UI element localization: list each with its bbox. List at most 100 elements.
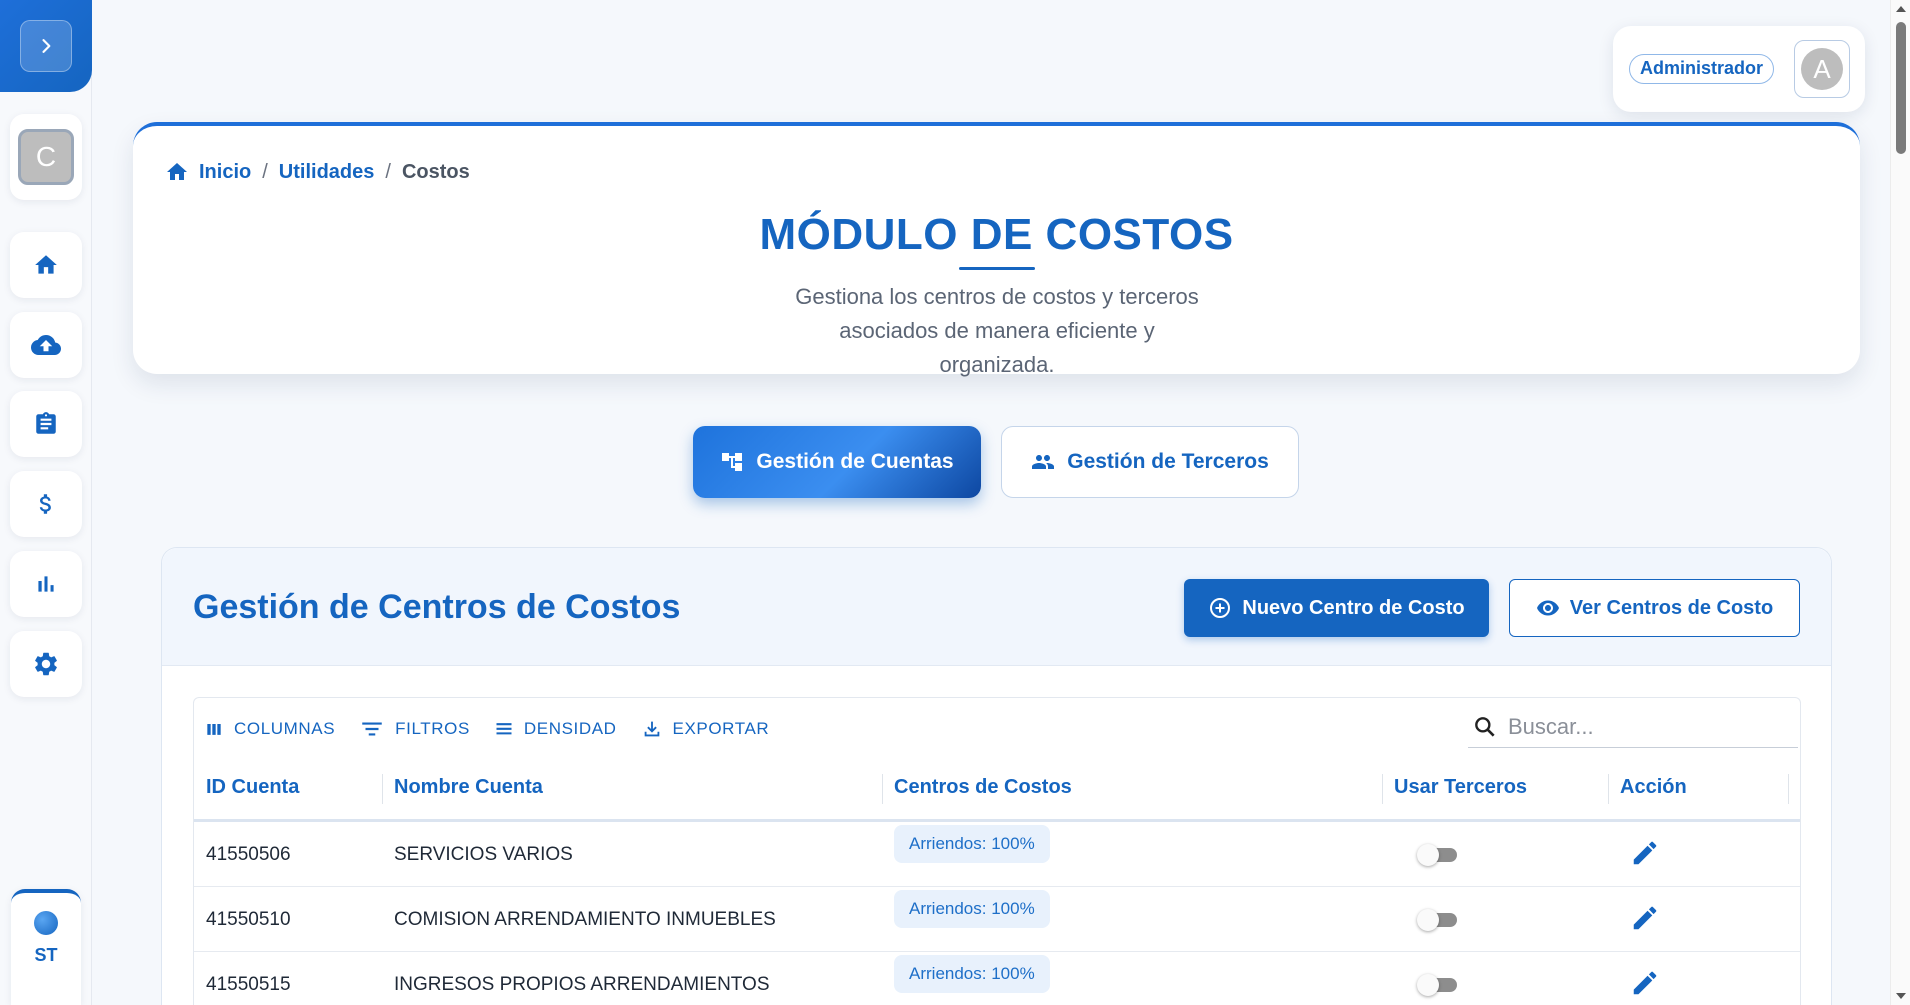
tab-third-parties[interactable]: Gestión de Terceros bbox=[1001, 426, 1299, 498]
download-icon bbox=[644, 721, 659, 737]
breadcrumb-home[interactable]: Inicio bbox=[199, 161, 251, 184]
page-title: MÓDULO DE COSTOS bbox=[759, 210, 1234, 259]
user-menu[interactable]: Administrador A bbox=[1613, 26, 1865, 112]
nav-reports[interactable] bbox=[10, 391, 82, 457]
accounts-table: COLUMNAS FILTROS DENSIDAD EXPORTAR ID Cu… bbox=[193, 697, 1801, 1005]
column-separator[interactable] bbox=[1788, 774, 1789, 804]
title-underline bbox=[959, 267, 1035, 270]
page-subtitle: Gestiona los centros de costos y tercero… bbox=[795, 284, 1199, 377]
nav-upload[interactable] bbox=[10, 312, 82, 378]
clipboard-icon bbox=[36, 412, 56, 434]
filters-button[interactable]: FILTROS bbox=[359, 716, 470, 742]
gear-icon bbox=[35, 652, 57, 676]
pencil-icon bbox=[1633, 906, 1657, 930]
tab-third-parties-label: Gestión de Terceros bbox=[1067, 450, 1269, 473]
edit-button[interactable] bbox=[1628, 966, 1662, 1000]
cost-center-chip: Arriendos: 100% bbox=[894, 825, 1050, 863]
tab-accounts[interactable]: Gestión de Cuentas bbox=[693, 426, 981, 498]
page-scrollbar[interactable] bbox=[1890, 0, 1910, 1005]
edit-button[interactable] bbox=[1628, 836, 1662, 870]
columns-button[interactable]: COLUMNAS bbox=[204, 719, 335, 739]
people-icon bbox=[1032, 455, 1055, 469]
panel-title: Gestión de Centros de Costos bbox=[193, 588, 681, 626]
toggle-thumb bbox=[1417, 844, 1439, 866]
table-row[interactable]: 41550510 COMISION ARRENDAMIENTO INMUEBLE… bbox=[194, 887, 1800, 952]
breadcrumb-separator: / bbox=[385, 160, 391, 183]
cloud-upload-icon bbox=[31, 335, 61, 355]
tab-accounts-label: Gestión de Cuentas bbox=[756, 450, 954, 473]
column-header-cost-centers[interactable]: Centros de Costos bbox=[882, 756, 1382, 819]
table-row[interactable]: 41550506 SERVICIOS VARIOS Arriendos: 100… bbox=[194, 822, 1800, 887]
toggle-thumb bbox=[1417, 909, 1439, 931]
avatar: A bbox=[1801, 48, 1843, 90]
scroll-up-arrow[interactable] bbox=[1896, 6, 1906, 12]
eye-icon bbox=[1536, 600, 1559, 616]
home-icon bbox=[35, 255, 57, 274]
columns-label: COLUMNAS bbox=[234, 719, 336, 738]
column-header-id[interactable]: ID Cuenta bbox=[194, 756, 382, 819]
company-avatar: C bbox=[18, 129, 74, 185]
cost-centers-panel: Gestión de Centros de Costos Nuevo Centr… bbox=[161, 547, 1832, 1005]
page-header: Inicio / Utilidades / Costos MÓDULO DE C… bbox=[133, 122, 1860, 377]
column-header-name[interactable]: Nombre Cuenta bbox=[382, 756, 882, 819]
account-tree-icon bbox=[722, 453, 743, 471]
use-third-parties-toggle[interactable] bbox=[1417, 909, 1457, 931]
density-label: DENSIDAD bbox=[523, 719, 617, 738]
view-cost-centers-button[interactable]: Ver Centros de Costo bbox=[1509, 579, 1800, 637]
add-circle-icon bbox=[1210, 598, 1231, 618]
avatar-button[interactable]: A bbox=[1794, 40, 1850, 98]
density-button[interactable]: DENSIDAD bbox=[494, 719, 617, 739]
filter-icon bbox=[362, 722, 382, 736]
breadcrumb-separator: / bbox=[262, 160, 268, 183]
table-row[interactable]: 41550515 INGRESOS PROPIOS ARRENDAMIENTOS… bbox=[194, 952, 1800, 1005]
export-label: EXPORTAR bbox=[672, 719, 770, 738]
search-box[interactable] bbox=[1468, 706, 1798, 748]
panel-header: Gestión de Centros de Costos Nuevo Centr… bbox=[162, 548, 1831, 666]
breadcrumb: Inicio / Utilidades / Costos bbox=[165, 160, 470, 184]
sidebar: C ST bbox=[0, 0, 92, 1005]
breadcrumb-current: Costos bbox=[401, 160, 470, 183]
new-cost-center-label: Nuevo Centro de Costo bbox=[1242, 596, 1465, 619]
account-name: INGRESOS PROPIOS ARRENDAMIENTOS bbox=[394, 973, 770, 995]
export-button[interactable]: EXPORTAR bbox=[641, 718, 770, 740]
nav-settings[interactable] bbox=[10, 631, 82, 697]
table-header: ID Cuenta Nombre Cuenta Centros de Costo… bbox=[194, 756, 1800, 822]
sidebar-toggle bbox=[0, 0, 92, 92]
view-column-icon bbox=[207, 724, 221, 735]
pencil-icon bbox=[1633, 841, 1657, 865]
edit-button[interactable] bbox=[1628, 901, 1662, 935]
home-icon bbox=[167, 163, 187, 180]
use-third-parties-toggle[interactable] bbox=[1417, 974, 1457, 996]
column-header-action[interactable]: Acción bbox=[1608, 756, 1788, 819]
chevron-right-icon bbox=[42, 39, 51, 53]
status-indicator bbox=[34, 911, 58, 935]
search-input[interactable] bbox=[1508, 713, 1778, 740]
status-card[interactable]: ST bbox=[11, 889, 81, 1005]
breadcrumb-section[interactable]: Utilidades bbox=[279, 161, 375, 184]
account-id: 41550510 bbox=[206, 908, 291, 930]
scroll-down-arrow[interactable] bbox=[1896, 993, 1906, 999]
cost-center-chip: Arriendos: 100% bbox=[894, 890, 1050, 928]
column-header-use-third-parties[interactable]: Usar Terceros bbox=[1382, 756, 1608, 819]
account-id: 41550515 bbox=[206, 973, 291, 995]
status-label: ST bbox=[34, 945, 58, 965]
dollar-icon bbox=[39, 494, 51, 514]
cost-center-chip: Arriendos: 100% bbox=[894, 955, 1050, 993]
pencil-icon bbox=[1633, 971, 1657, 995]
role-badge: Administrador bbox=[1629, 54, 1775, 84]
new-cost-center-button[interactable]: Nuevo Centro de Costo bbox=[1184, 579, 1489, 637]
nav-costs[interactable] bbox=[10, 471, 82, 537]
account-name: COMISION ARRENDAMIENTO INMUEBLES bbox=[394, 908, 776, 930]
toggle-thumb bbox=[1417, 974, 1439, 996]
scrollbar-thumb[interactable] bbox=[1896, 22, 1906, 154]
account-name: SERVICIOS VARIOS bbox=[394, 843, 573, 865]
view-cost-centers-label: Ver Centros de Costo bbox=[1569, 596, 1774, 619]
nav-analytics[interactable] bbox=[10, 551, 82, 617]
table-toolbar: COLUMNAS FILTROS DENSIDAD EXPORTAR bbox=[204, 716, 769, 742]
expand-sidebar-button[interactable] bbox=[20, 20, 72, 72]
company-selector[interactable]: C bbox=[10, 114, 82, 200]
density-icon bbox=[496, 723, 512, 735]
nav-home[interactable] bbox=[10, 232, 82, 298]
filters-label: FILTROS bbox=[395, 719, 470, 738]
use-third-parties-toggle[interactable] bbox=[1417, 844, 1457, 866]
